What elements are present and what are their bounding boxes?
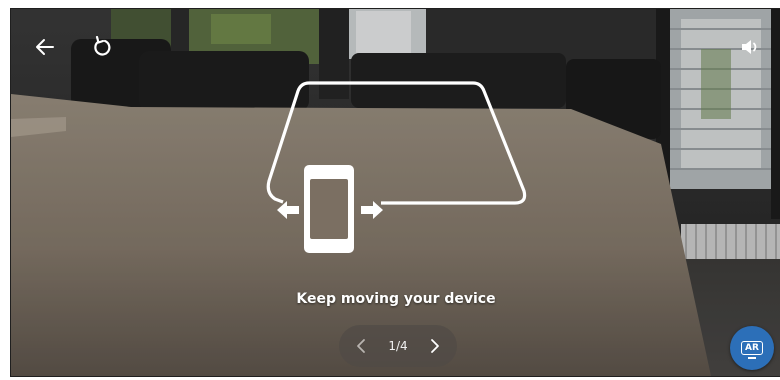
ar-button[interactable]: AR xyxy=(730,326,774,370)
ar-camera-view: Keep moving your device 1/4 AR xyxy=(10,8,780,377)
guide-message: Keep moving your device xyxy=(296,291,496,307)
ar-label: AR xyxy=(741,341,763,359)
chevron-right-icon xyxy=(431,339,439,353)
chevron-left-icon xyxy=(357,339,365,353)
prev-step-button[interactable] xyxy=(351,334,371,358)
move-device-guide-icon xyxy=(266,81,527,253)
next-step-button[interactable] xyxy=(425,334,445,358)
guide-pager: 1/4 xyxy=(339,325,457,367)
page-count: 1/4 xyxy=(388,339,408,353)
